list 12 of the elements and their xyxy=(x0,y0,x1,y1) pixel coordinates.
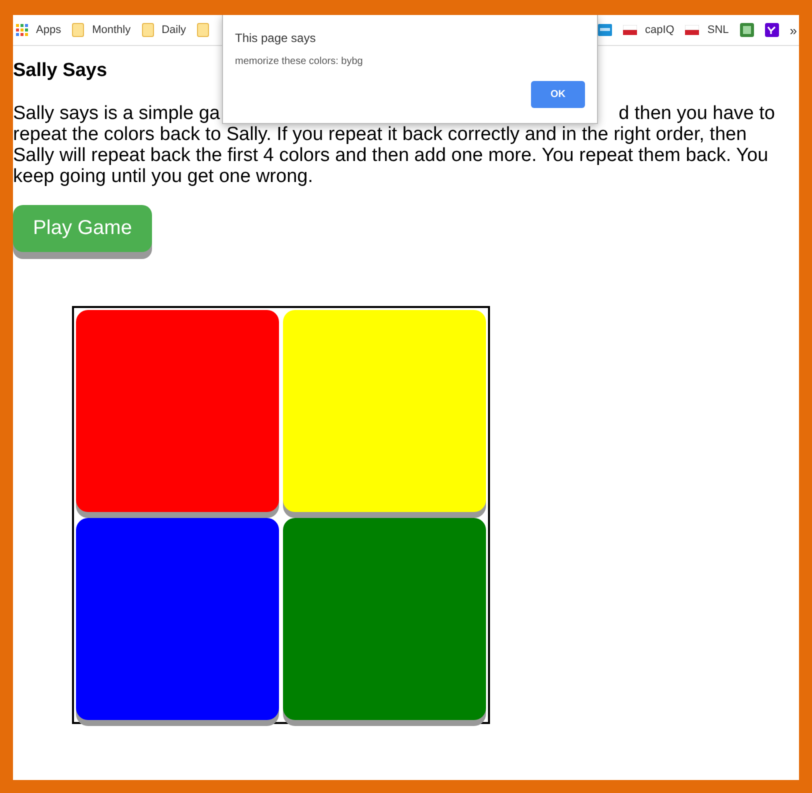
intro-text: repeat the colors back to Sally. If you repeat it back correctly and in the right order, then Sally will repeat back the first 4 colors and then add one more. You repeat them back. You keep going until you get one wrong. xyxy=(13,124,770,187)
bookmark-item[interactable]: capIQ xyxy=(623,24,674,36)
dialog-message: memorize these colors: bybg xyxy=(235,56,364,67)
intro-text: d then you have to xyxy=(618,103,775,124)
bookmark-item[interactable]: Apps xyxy=(16,24,62,36)
page-title: Sally Says xyxy=(13,60,108,82)
bookmark-item[interactable]: Daily xyxy=(142,23,186,37)
bookmark-item[interactable]: SNL xyxy=(685,24,729,36)
intro-text: Sally says is a simple ga xyxy=(13,103,220,124)
bookmark-item[interactable]: Monthly xyxy=(72,23,131,37)
more-bookmarks-button[interactable]: » xyxy=(790,22,799,38)
dialog-title: This page says xyxy=(235,31,317,45)
